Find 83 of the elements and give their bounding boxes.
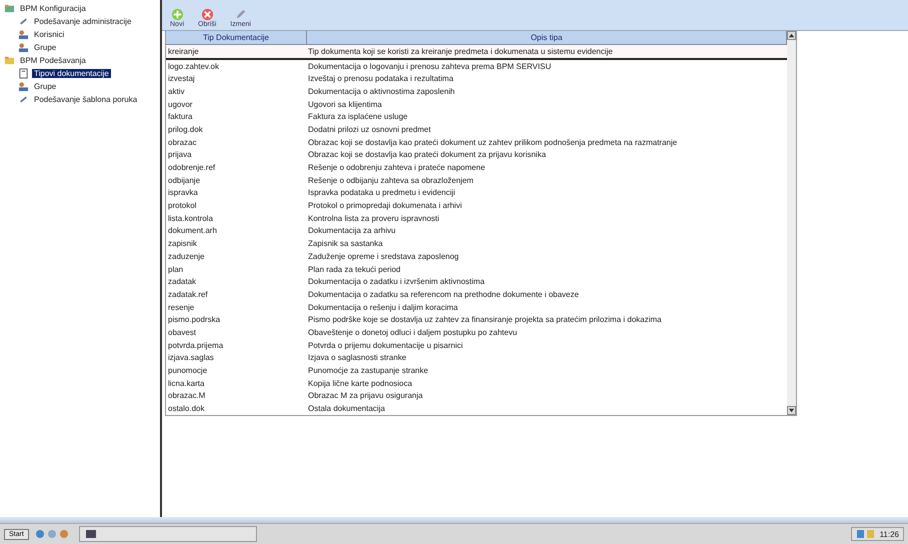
tree-item[interactable]: Korisnici <box>32 30 66 39</box>
table-cell-text: lista.kontrola <box>167 214 214 223</box>
cross-icon <box>200 8 214 21</box>
table-cell-text: ostalo.dok <box>167 404 206 414</box>
plus-icon <box>170 8 184 21</box>
table-cell-text: Rešenje o odobrenju zahteva i prateće napomene <box>307 163 486 172</box>
table-cell-text: odbijanje <box>167 176 202 185</box>
document-icon <box>18 68 29 79</box>
table-cell-text: Dokumentacija o rešenju i daljim koracima <box>307 302 459 312</box>
table-cell-text: Punomoćje za zastupanje stranke <box>307 366 430 376</box>
table-cell-text: Obrazac koji se dostavlja kao prateći dokument uz zahtev prilikom podnošenja predmeta na razmatranje <box>307 138 678 147</box>
table-cell-text: izjava.saglas <box>167 353 215 362</box>
table-cell-text: aktiv <box>167 86 186 96</box>
table-cell-text: izvestaj <box>167 74 196 84</box>
scroll-down-icon[interactable] <box>787 406 796 415</box>
table-cell-text: resenje <box>167 302 196 312</box>
table-cell-text: Faktura za isplaćene usluge <box>307 112 409 122</box>
table-cell-text: obavest <box>167 328 198 337</box>
table-cell-text: Tip dokumenta koji se koristi za kreiranje predmeta i dokumenata u sistemu evidencije <box>307 46 614 56</box>
table-cell-text: odobrenje.ref <box>167 163 216 172</box>
tree-item[interactable]: BPM Konfiguracija <box>18 4 88 13</box>
clock: 11:26 <box>880 530 899 538</box>
column-header[interactable]: Tip Dokumentacije <box>166 31 307 44</box>
folder-icon <box>4 55 15 66</box>
table-cell-text: Izjava o saglasnosti stranke <box>307 353 408 362</box>
table-cell-text: Dokumentacija o zadatku sa referencom na prethodne dokumente i obaveze <box>307 290 580 299</box>
table-cell-text: faktura <box>167 112 194 122</box>
people-icon <box>18 29 29 40</box>
table-cell-text: potvrda.prijema <box>167 340 224 350</box>
table-cell-text: Obaveštenje o donetoj odluci i daljem postupku po zahtevu <box>307 328 518 337</box>
window-icon <box>86 530 96 538</box>
table-cell-text: Rešenje o odbijanju zahteva sa obrazloženjem <box>307 176 474 185</box>
tree-item[interactable]: Grupe <box>32 43 58 52</box>
table-cell-text: punomocje <box>167 366 208 376</box>
table-cell-text: Dokumentacija o zadatku i izvršenim aktivnostima <box>307 277 486 286</box>
table-cell-text: Izveštaj o prenosu podataka i rezultatima <box>307 74 454 84</box>
table-cell-text: Dodatni prilozi uz osnovni predmet <box>307 124 432 134</box>
tree-item[interactable]: Grupe <box>32 82 58 91</box>
table-cell-text: Zapisnik sa sastanka <box>307 239 384 248</box>
table-cell-text: Kopija lične karte podnosioca <box>307 378 414 388</box>
tree-item[interactable]: Podešavanje šablona poruka <box>32 95 140 104</box>
table-cell-text: Ugovori sa klijentima <box>307 100 383 109</box>
tree-item[interactable]: Podešavanje administracije <box>32 17 134 26</box>
taskbar-window[interactable] <box>78 526 257 542</box>
table-cell-text: licna.karta <box>167 378 206 388</box>
table-cell-text: prilog.dok <box>167 124 204 134</box>
table-cell-text: pismo.podrska <box>167 315 222 324</box>
table-cell-text: ispravka <box>167 188 199 198</box>
table-cell-text: Pismo podrške koje se dostavlja uz zahtev za finansiranje projekta sa pratećim prilozima i dokazima <box>307 315 662 324</box>
table-cell-text: Protokol o primopredaji dokumenata i arhivi <box>307 201 463 210</box>
table-cell-text: Obrazac koji se dostavlja kao prateći dokument za prijavu korisnika <box>307 150 547 160</box>
table-cell-text: Obrazac M za prijavu osiguranja <box>307 391 424 400</box>
folder-icon <box>4 3 15 14</box>
tree-item[interactable]: BPM Podešavanja <box>18 56 88 65</box>
table-cell-text: protokol <box>167 201 198 210</box>
scroll-up-icon[interactable] <box>787 31 796 40</box>
scrollbar[interactable] <box>787 31 796 415</box>
table-cell-text: Plan rada za tekući period <box>307 264 402 274</box>
table-cell-text: Dokumentacija o aktivnostima zaposlenih <box>307 86 456 96</box>
table-cell-text: obrazac.M <box>167 391 206 400</box>
table-cell-text: Ispravka podataka u predmetu i evidenciji <box>307 188 456 198</box>
table-cell-text: zadatak.ref <box>167 290 209 299</box>
table-cell-text: Zaduženje opreme i sredstava zaposlenog <box>307 252 460 261</box>
pencil-icon <box>234 8 248 21</box>
table-cell-text: zapisnik <box>167 239 198 248</box>
tree-item[interactable]: Tipovi dokumentacije <box>32 69 111 78</box>
table-cell-text: zadatak <box>167 277 198 286</box>
table-cell-text: plan <box>167 264 184 274</box>
table-cell-text: obrazac <box>167 138 198 147</box>
tray-icon[interactable] <box>856 529 876 539</box>
table-cell-text: prijava <box>167 150 193 160</box>
table-cell-text: dokument.arh <box>167 226 218 236</box>
table-cell-text: ugovor <box>167 100 194 109</box>
table-cell-text: Kontrolna lista za proveru ispravnosti <box>307 214 440 223</box>
table-cell-text: Dokumentacija o logovanju i prenosu zahteva prema BPM SERVISU <box>307 62 552 71</box>
table-cell-text: Ostala dokumentacija <box>307 404 386 414</box>
table-cell-text: logo.zahtev.ok <box>167 62 220 71</box>
table-cell-text: Dokumentacija za arhivu <box>307 226 397 236</box>
people-icon <box>18 42 29 53</box>
table-cell-text: zaduzenje <box>167 252 206 261</box>
table-cell-text: Potvrda o prijemu dokumentacije u pisarnici <box>307 340 464 350</box>
people-icon <box>18 81 29 92</box>
table-cell-text: kreiranje <box>167 46 200 56</box>
